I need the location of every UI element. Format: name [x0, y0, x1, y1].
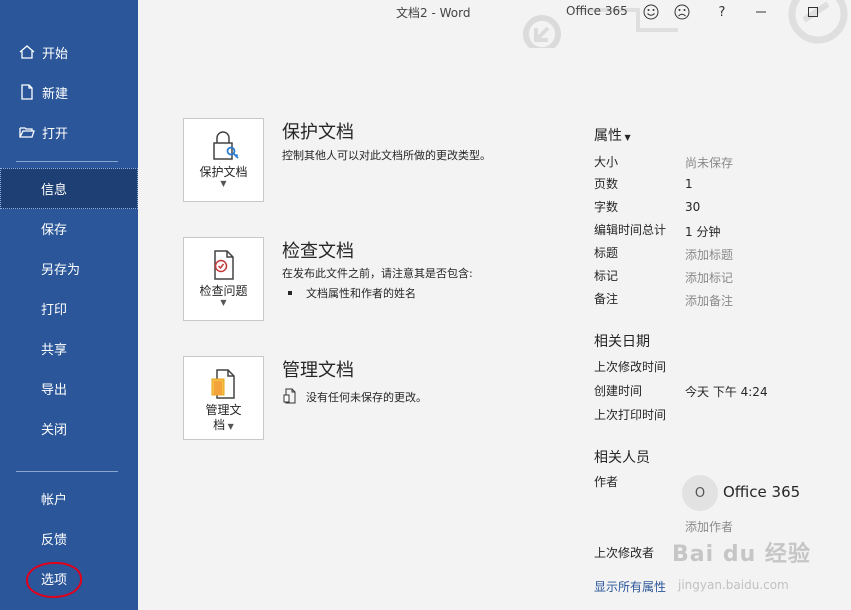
title-label: 标题 [594, 246, 619, 260]
new-document-icon [21, 84, 33, 100]
author-name: Office 365 [723, 483, 801, 501]
inspect-title: 检查文档 [282, 241, 354, 262]
home-icon [19, 45, 35, 59]
size-value: 尚未保存 [685, 156, 734, 170]
nav-new[interactable]: 新建 [0, 72, 138, 112]
nav-export[interactable]: 导出 [0, 368, 138, 408]
lock-key-icon [212, 131, 239, 160]
smile-icon[interactable] [640, 2, 662, 22]
edit-time-value: 1 分钟 [685, 225, 721, 239]
account-name[interactable]: Office 365 [566, 4, 628, 18]
dropdown-caret-icon: ▼ [225, 422, 234, 431]
frown-icon[interactable] [671, 2, 693, 22]
maximize-button[interactable] [802, 2, 824, 22]
show-all-properties-link[interactable]: 显示所有属性 [594, 578, 666, 595]
manage-title: 管理文档 [282, 360, 354, 381]
protect-description: 控制其他人可以对此文档所做的更改类型。 [282, 149, 491, 162]
printed-label: 上次打印时间 [594, 408, 667, 422]
title-bar: 文档2 - Word Office 365 ? [138, 0, 851, 48]
minimize-button[interactable] [750, 2, 772, 22]
protect-document-button[interactable]: 保护文档 ▼ [183, 118, 264, 202]
nav-home[interactable]: 开始 [0, 32, 138, 72]
document-status-icon [283, 388, 296, 404]
edit-time-label: 编辑时间总计 [594, 223, 667, 237]
manage-description: 没有任何未保存的更改。 [306, 391, 427, 404]
nav-print[interactable]: 打印 [0, 288, 138, 328]
tags-field[interactable]: 添加标记 [685, 269, 733, 286]
annotation-circle [26, 562, 82, 598]
nav-open[interactable]: 打开 [0, 112, 138, 152]
check-issues-button[interactable]: 检查问题 ▼ [183, 237, 264, 321]
words-label: 字数 [594, 200, 619, 214]
dropdown-caret-icon: ▼ [220, 179, 227, 188]
inspect-bullet: 文档属性和作者的姓名 [288, 285, 416, 301]
sidebar-divider [16, 471, 118, 472]
inspect-description: 在发布此文件之前，请注意其是否包含: [282, 267, 473, 280]
nav-save-as[interactable]: 另存为 [0, 248, 138, 288]
dropdown-caret-icon: ▼ [220, 298, 227, 307]
related-people-heading: 相关人员 [594, 450, 650, 466]
nav-info[interactable]: 信息 [0, 168, 138, 209]
comments-field[interactable]: 添加备注 [685, 292, 733, 309]
properties-heading[interactable]: 属性 ▼ [594, 125, 631, 145]
nav-save[interactable]: 保存 [0, 208, 138, 248]
maximize-icon [808, 7, 818, 17]
created-label: 创建时间 [594, 384, 643, 398]
bullet-icon [288, 291, 292, 295]
document-title: 文档2 - Word [396, 6, 471, 20]
protect-title: 保护文档 [282, 122, 354, 143]
modified-label: 上次修改时间 [594, 360, 667, 374]
comments-label: 备注 [594, 292, 619, 306]
backstage-sidebar: 开始 新建 打开 信息 保存 另存为 打印 共享 导出 关闭 帐户 反馈 选项 [0, 0, 138, 610]
nav-close[interactable]: 关闭 [0, 408, 138, 448]
last-modified-by-label: 上次修改者 [594, 546, 655, 560]
watermark-url: jingyan.baidu.com [678, 578, 789, 592]
author-label: 作者 [594, 475, 619, 489]
add-author-field[interactable]: 添加作者 [685, 518, 733, 535]
related-dates-heading: 相关日期 [594, 334, 650, 350]
title-field[interactable]: 添加标题 [685, 246, 733, 263]
manage-document-icon [211, 369, 235, 399]
nav-share[interactable]: 共享 [0, 328, 138, 368]
manage-document-button[interactable]: 管理文档 ▼ [183, 356, 264, 440]
folder-open-icon [19, 127, 35, 138]
nav-account[interactable]: 帐户 [0, 478, 138, 518]
sidebar-divider [16, 161, 118, 162]
nav-feedback[interactable]: 反馈 [0, 518, 138, 558]
watermark: Bai du 经验 [672, 542, 811, 567]
minimize-icon [756, 11, 766, 13]
size-label: 大小 [594, 155, 619, 169]
tags-label: 标记 [594, 269, 619, 283]
chevron-down-icon: ▼ [622, 133, 631, 142]
pages-value: 1 [685, 177, 693, 191]
created-value: 今天 下午 4:24 [685, 385, 768, 399]
words-value: 30 [685, 200, 701, 214]
inspect-document-icon [213, 250, 234, 280]
pages-label: 页数 [594, 177, 619, 191]
help-button[interactable]: ? [711, 2, 733, 22]
avatar: O [682, 475, 718, 511]
